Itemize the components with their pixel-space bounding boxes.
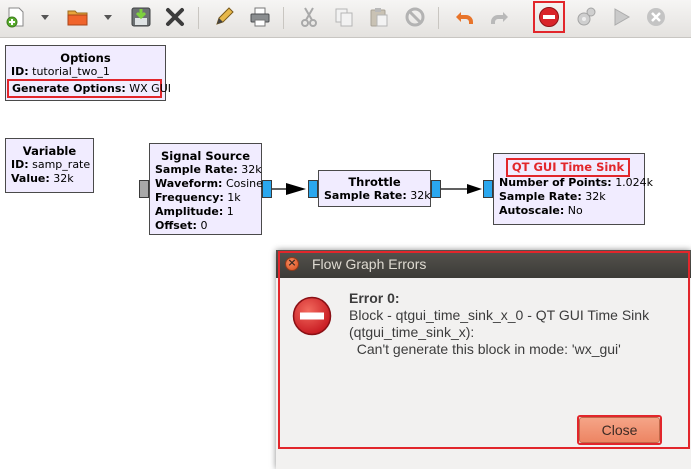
stop-icon (647, 8, 665, 26)
options-title: Options (60, 51, 111, 65)
error-line: Can't generate this block in mode: 'wx_g… (349, 341, 621, 357)
throttle-input-port[interactable] (308, 180, 318, 198)
signal-source-row: Waveform: Cosine (155, 177, 263, 190)
save-button[interactable] (127, 3, 155, 31)
time-sink-row: Number of Points: 1.024k (499, 176, 654, 189)
time-sink-row: Sample Rate: 32k (499, 190, 606, 203)
disable-icon (405, 7, 425, 27)
paste-icon (370, 8, 388, 27)
cut-icon (301, 7, 317, 27)
copy-icon (335, 8, 353, 27)
execute-icon (614, 8, 631, 26)
throttle-row: Sample Rate: 32k (324, 189, 431, 202)
print-button[interactable] (246, 3, 274, 31)
execute-button[interactable] (607, 3, 635, 31)
copy-button[interactable] (330, 3, 358, 31)
close-icon (166, 8, 184, 26)
disable-button[interactable] (401, 3, 429, 31)
signal-source-row: Offset: 0 (155, 219, 208, 232)
variable-title: Variable (22, 144, 77, 158)
generate-button[interactable] (572, 3, 600, 31)
paste-button[interactable] (365, 3, 393, 31)
variable-value-row: Value: 32k (11, 172, 74, 185)
dropdown-arrow-icon[interactable] (103, 12, 113, 22)
generate-options-value: WX GUI (129, 82, 171, 95)
toolbar-separator (438, 7, 439, 29)
redo-icon (491, 12, 508, 24)
dropdown-arrow-icon[interactable] (40, 12, 50, 22)
close-button[interactable] (161, 3, 189, 31)
error-heading: Error 0: (349, 290, 400, 306)
options-id-row: ID: tutorial_two_1 (11, 65, 110, 78)
cut-button[interactable] (295, 3, 323, 31)
redo-button[interactable] (486, 3, 514, 31)
signal-source-row: Frequency: 1k (155, 191, 241, 204)
error-line: Block - qtgui_time_sink_x_0 - QT GUI Tim… (349, 307, 650, 323)
signal-source-input-port[interactable] (139, 180, 149, 198)
signal-source-row: Amplitude: 1 (155, 205, 234, 218)
save-icon (131, 7, 151, 27)
print-icon (250, 7, 270, 27)
generate-icon (577, 7, 596, 26)
new-button[interactable] (2, 3, 30, 31)
toolbar-separator (283, 7, 284, 29)
error-icon (292, 296, 332, 336)
generate-options-highlight: Generate Options: WX GUI (7, 79, 171, 98)
variable-id-row: ID: samp_rate (11, 158, 91, 171)
new-icon (6, 7, 24, 28)
undo-button[interactable] (450, 3, 478, 31)
throttle-output-port[interactable] (431, 180, 441, 198)
time-sink-input-port[interactable] (483, 180, 493, 198)
signal-source-output-port[interactable] (262, 180, 272, 198)
close-button-highlight (577, 415, 662, 445)
signal-source-block[interactable]: Signal Source Sample Rate: 32k Waveform:… (149, 143, 263, 235)
undo-icon (456, 12, 473, 24)
variable-block[interactable]: Variable ID: samp_rate Value: 32k (5, 138, 94, 193)
toolbar-separator (198, 7, 199, 29)
throttle-title: Throttle (348, 175, 401, 189)
open-icon (67, 10, 88, 26)
open-button[interactable] (63, 3, 91, 31)
signal-source-title: Signal Source (160, 149, 250, 163)
toolbar (0, 0, 691, 38)
edit-icon (216, 7, 234, 25)
time-sink-row: Autoscale: No (499, 204, 583, 217)
error-message: Error 0: Block - qtgui_time_sink_x_0 - Q… (349, 290, 649, 358)
connection-throttle-sink[interactable] (441, 180, 487, 198)
generate-options-label: Generate Options: (12, 82, 126, 95)
signal-source-row: Sample Rate: 32k (155, 163, 262, 176)
time-sink-title: QT GUI Time Sink (506, 158, 630, 177)
kill-button-highlight (533, 1, 565, 33)
error-line: (qtgui_time_sink_x): (349, 324, 475, 340)
stop-button[interactable] (642, 3, 670, 31)
edit-button[interactable] (210, 3, 238, 31)
throttle-block[interactable]: Throttle Sample Rate: 32k (318, 170, 431, 207)
